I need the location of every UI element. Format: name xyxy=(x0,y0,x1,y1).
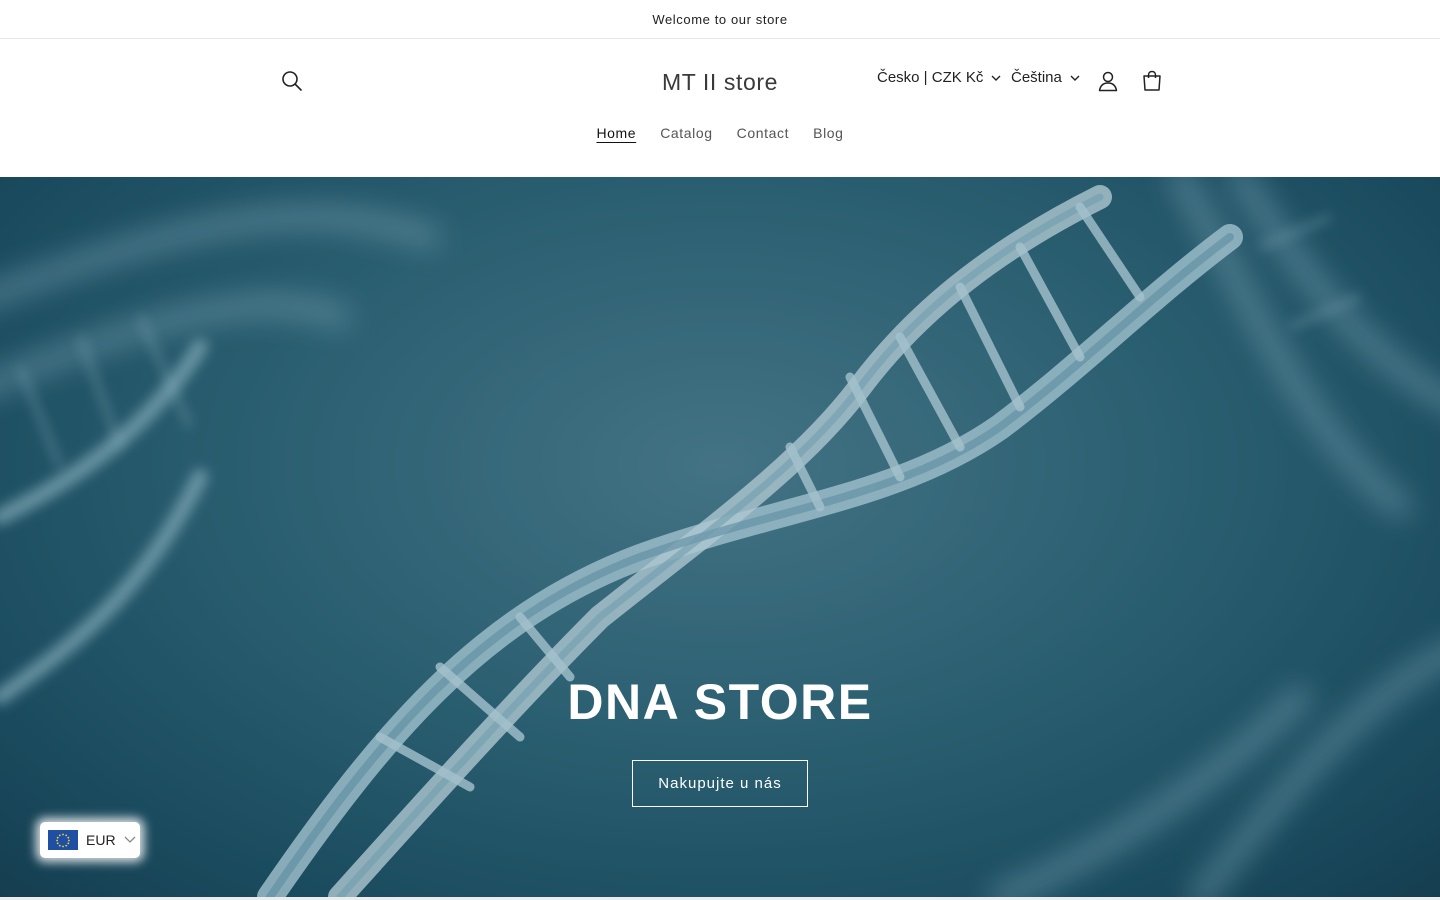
site-header: MT II store Česko | CZK Kč Čeština Home … xyxy=(0,39,1440,177)
chevron-down-icon xyxy=(991,75,1001,81)
chevron-down-icon xyxy=(1070,75,1080,81)
main-nav: Home Catalog Contact Blog xyxy=(0,125,1440,141)
currency-switcher[interactable]: EUR xyxy=(40,822,140,858)
nav-item-home[interactable]: Home xyxy=(596,125,636,141)
nav-item-catalog[interactable]: Catalog xyxy=(660,125,712,141)
nav-item-contact[interactable]: Contact xyxy=(737,125,789,141)
language-selector[interactable]: Čeština xyxy=(1011,69,1080,86)
chevron-down-icon xyxy=(124,836,136,843)
shop-now-button[interactable]: Nakupujte u nás xyxy=(632,760,808,807)
hero-title: DNA STORE xyxy=(567,674,873,730)
announcement-bar: Welcome to our store xyxy=(0,0,1440,39)
nav-item-blog[interactable]: Blog xyxy=(813,125,843,141)
language-selector-label: Čeština xyxy=(1011,69,1062,86)
search-button[interactable] xyxy=(276,65,308,97)
currency-code: EUR xyxy=(86,832,116,848)
hero-banner: DNA STORE Nakupujte u nás xyxy=(0,177,1440,897)
country-selector[interactable]: Česko | CZK Kč xyxy=(877,69,1001,86)
country-selector-label: Česko | CZK Kč xyxy=(877,69,984,86)
account-button[interactable] xyxy=(1092,65,1124,97)
store-logo[interactable]: MT II store xyxy=(560,65,880,99)
cart-button[interactable] xyxy=(1136,65,1168,97)
announcement-text: Welcome to our store xyxy=(652,11,788,27)
eu-flag-icon xyxy=(48,830,78,850)
cart-icon xyxy=(1143,70,1161,91)
search-icon xyxy=(282,71,302,91)
user-icon xyxy=(1098,71,1118,92)
